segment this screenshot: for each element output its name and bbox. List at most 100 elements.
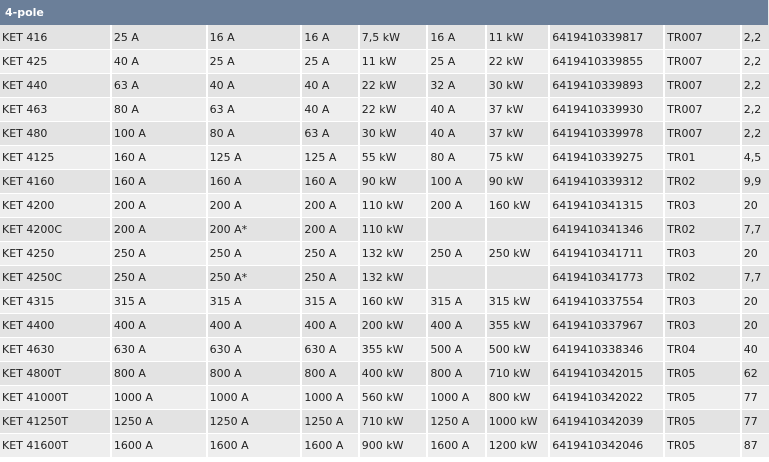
cell-ac3-current: 125 A xyxy=(302,145,358,169)
cell-type: KET 4250C xyxy=(0,265,110,289)
cell-ac3-power: 900 kW xyxy=(359,433,427,457)
cell-ac3-current: 40 A xyxy=(302,73,358,97)
cell-ac3-power: 132 kW xyxy=(359,265,427,289)
cell-ac3-current: 1600 A xyxy=(302,433,358,457)
cell-ac1-current: 250 A* xyxy=(207,265,301,289)
cell-ac1-current: 250 A xyxy=(207,241,301,265)
cell-ac3-current: 200 A xyxy=(302,217,358,241)
cell-ac3-power: 110 kW xyxy=(359,217,427,241)
cell-type: KET 4800T xyxy=(0,361,110,385)
cell-ean-code: 6419410339817 xyxy=(550,25,664,49)
table-row: KET 4400 400 A 400 A 400 A 200 kW 400 A 355 kW… xyxy=(0,313,769,337)
cell-type: KET 480 xyxy=(0,121,110,145)
cell-type: KET 4315 xyxy=(0,289,110,313)
cell-ac3-power: 22 kW xyxy=(359,73,427,97)
cell-weight: 20 xyxy=(741,241,769,265)
cell-ac23-current: 1600 A xyxy=(428,433,485,457)
cell-rated-current: 63 A xyxy=(111,73,206,97)
table-row: KET 41000T 1000 A 1000 A 1000 A 560 kW 1000 A… xyxy=(0,385,769,409)
cell-ean-code: 6419410342046 xyxy=(550,433,664,457)
table-body: KET 416 25 A 16 A 16 A 7,5 kW 16 A 11 kW 641941… xyxy=(0,25,769,457)
table-row: KET 4630 630 A 630 A 630 A 355 kW 500 A 500 kW… xyxy=(0,337,769,361)
cell-ac3-power: 90 kW xyxy=(359,169,427,193)
cell-weight: 2,2 xyxy=(741,97,769,121)
cell-ac23-power: 800 kW xyxy=(486,385,549,409)
cell-rated-current: 1250 A xyxy=(111,409,206,433)
cell-weight: 87 xyxy=(741,433,769,457)
cell-ac1-current: 630 A xyxy=(207,337,301,361)
cell-ac3-power: 400 kW xyxy=(359,361,427,385)
cell-ac3-current: 25 A xyxy=(302,49,358,73)
cell-ac23-current: 100 A xyxy=(428,169,485,193)
table-row: KET 440 63 A 40 A 40 A 22 kW 32 A 30 kW 6419410… xyxy=(0,73,769,97)
cell-ac3-power: 11 kW xyxy=(359,49,427,73)
table-row: KET 4160 160 A 160 A 160 A 90 kW 100 A 90 kW 64… xyxy=(0,169,769,193)
cell-accessory: TR03 xyxy=(665,313,740,337)
cell-ac3-power: 55 kW xyxy=(359,145,427,169)
cell-ac23-current: 250 A xyxy=(428,241,485,265)
cell-rated-current: 100 A xyxy=(111,121,206,145)
cell-ac3-current: 16 A xyxy=(302,25,358,49)
cell-weight: 77 xyxy=(741,409,769,433)
cell-ac3-current: 200 A xyxy=(302,193,358,217)
cell-rated-current: 800 A xyxy=(111,361,206,385)
cell-ac1-current: 800 A xyxy=(207,361,301,385)
cell-ac23-power: 355 kW xyxy=(486,313,549,337)
cell-rated-current: 25 A xyxy=(111,25,206,49)
cell-weight: 2,2 xyxy=(741,25,769,49)
cell-ac1-current: 160 A xyxy=(207,169,301,193)
cell-ac3-current: 250 A xyxy=(302,241,358,265)
cell-rated-current: 160 A xyxy=(111,145,206,169)
cell-weight: 20 xyxy=(741,313,769,337)
cell-accessory: TR03 xyxy=(665,241,740,265)
cell-ac23-current: 400 A xyxy=(428,313,485,337)
cell-ac1-current: 80 A xyxy=(207,121,301,145)
cell-ac1-current: 40 A xyxy=(207,73,301,97)
cell-ac23-power: 1000 kW xyxy=(486,409,549,433)
cell-accessory: TR007 xyxy=(665,97,740,121)
cell-accessory: TR04 xyxy=(665,337,740,361)
cell-ac3-current: 1000 A xyxy=(302,385,358,409)
cell-ac3-current: 630 A xyxy=(302,337,358,361)
cell-type: KET 4400 xyxy=(0,313,110,337)
cell-ac23-power: 37 kW xyxy=(486,121,549,145)
cell-type: KET 4250 xyxy=(0,241,110,265)
cell-type: KET 4160 xyxy=(0,169,110,193)
cell-weight: 2,2 xyxy=(741,73,769,97)
table-row: KET 4315 315 A 315 A 315 A 160 kW 315 A 315 kW… xyxy=(0,289,769,313)
cell-weight: 7,7 xyxy=(741,217,769,241)
cell-accessory: TR05 xyxy=(665,385,740,409)
cell-ac23-current: 40 A xyxy=(428,97,485,121)
cell-rated-current: 200 A xyxy=(111,193,206,217)
cell-ac23-current: 16 A xyxy=(428,25,485,49)
cell-ac23-power: 11 kW xyxy=(486,25,549,49)
cell-ean-code: 6419410339978 xyxy=(550,121,664,145)
cell-ac23-power: 90 kW xyxy=(486,169,549,193)
cell-accessory: TR02 xyxy=(665,169,740,193)
cell-ac23-current: 25 A xyxy=(428,49,485,73)
cell-ac23-power: 30 kW xyxy=(486,73,549,97)
table-row: KET 4200 200 A 200 A 200 A 110 kW 200 A 160 kW… xyxy=(0,193,769,217)
cell-type: KET 4200C xyxy=(0,217,110,241)
cell-ac23-power: 315 kW xyxy=(486,289,549,313)
cell-rated-current: 80 A xyxy=(111,97,206,121)
cell-ac23-current xyxy=(428,217,485,241)
cell-type: KET 41600T xyxy=(0,433,110,457)
cell-ac3-current: 250 A xyxy=(302,265,358,289)
cell-ac3-power: 22 kW xyxy=(359,97,427,121)
table-row: KET 425 40 A 25 A 25 A 11 kW 25 A 22 kW 6419410… xyxy=(0,49,769,73)
cell-ean-code: 6419410342022 xyxy=(550,385,664,409)
cell-ean-code: 6419410339930 xyxy=(550,97,664,121)
cell-ac23-current: 1250 A xyxy=(428,409,485,433)
cell-ean-code: 6419410342039 xyxy=(550,409,664,433)
cell-ac3-power: 110 kW xyxy=(359,193,427,217)
cell-ean-code: 6419410339275 xyxy=(550,145,664,169)
cell-type: KET 463 xyxy=(0,97,110,121)
cell-rated-current: 160 A xyxy=(111,169,206,193)
table-row: KET 41250T 1250 A 1250 A 1250 A 710 kW 1250 A… xyxy=(0,409,769,433)
cell-ean-code: 6419410339893 xyxy=(550,73,664,97)
cell-ac3-current: 800 A xyxy=(302,361,358,385)
cell-ac23-current: 32 A xyxy=(428,73,485,97)
cell-ac23-current xyxy=(428,265,485,289)
cell-ac23-power: 37 kW xyxy=(486,97,549,121)
